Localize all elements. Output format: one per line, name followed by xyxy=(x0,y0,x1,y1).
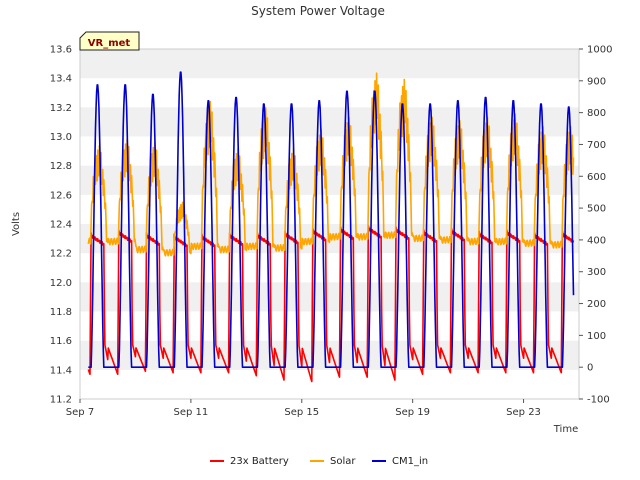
left-tick-label: 11.8 xyxy=(50,307,72,318)
left-tick-label: 13.6 xyxy=(50,45,72,56)
legend: 23x Battery Solar CM1_in xyxy=(210,456,428,467)
legend-label: Solar xyxy=(330,456,356,467)
chart-title: System Power Voltage xyxy=(251,4,385,18)
x-axis-title: Time xyxy=(553,424,578,435)
left-tick-label: 13.2 xyxy=(50,103,72,114)
right-tick-label: 200 xyxy=(587,299,606,310)
right-tick-label: 100 xyxy=(587,331,606,342)
x-tick-label: Sep 15 xyxy=(284,407,319,418)
right-tick-label: -100 xyxy=(587,395,610,406)
right-axis: -100 0 100 200 300 400 500 600 700 800 900 1000 xyxy=(579,45,612,406)
right-tick-label: 700 xyxy=(587,140,606,151)
left-tick-label: 11.6 xyxy=(50,336,72,347)
legend-label: CM1_in xyxy=(392,456,428,467)
left-tick-label: 13.0 xyxy=(50,132,72,143)
left-tick-label: 12.2 xyxy=(50,249,72,260)
left-tick-label: 12.8 xyxy=(50,161,72,172)
site-label-badge: VR_met xyxy=(79,31,140,51)
left-tick-label: 11.4 xyxy=(50,365,72,376)
left-tick-label: 12.6 xyxy=(50,190,72,201)
x-tick-label: Sep 23 xyxy=(506,407,541,418)
right-tick-label: 500 xyxy=(587,204,606,215)
right-tick-label: 400 xyxy=(587,235,606,246)
right-tick-label: 1000 xyxy=(587,45,612,56)
x-tick-label: Sep 11 xyxy=(174,407,209,418)
site-label-text: VR_met xyxy=(88,38,131,49)
x-tick-label: Sep 7 xyxy=(66,407,94,418)
right-tick-label: 0 xyxy=(587,363,593,374)
grid-band xyxy=(80,282,579,312)
left-tick-label: 11.2 xyxy=(50,395,72,406)
right-tick-label: 900 xyxy=(587,76,606,87)
left-axis: 11.2 11.4 11.6 11.8 12.0 12.2 12.4 12.6 12.8 13.0… xyxy=(50,45,72,406)
x-tick-label: Sep 19 xyxy=(395,407,430,418)
left-tick-label: 12.0 xyxy=(50,278,72,289)
right-tick-label: 800 xyxy=(587,108,606,119)
x-axis: Sep 7 Sep 11 Sep 15 Sep 19 Sep 23 xyxy=(66,399,541,418)
left-tick-label: 12.4 xyxy=(50,220,72,231)
grid-bands xyxy=(80,49,579,399)
y-axis-title: Volts xyxy=(11,212,22,236)
legend-label: 23x Battery xyxy=(230,456,289,467)
right-tick-label: 300 xyxy=(587,267,606,278)
right-tick-label: 600 xyxy=(587,172,606,183)
left-tick-label: 13.4 xyxy=(50,74,72,85)
grid-band xyxy=(80,49,579,79)
voltage-chart: 11.2 11.4 11.6 11.8 12.0 12.2 12.4 12.6 12.8 13.0… xyxy=(11,4,612,467)
